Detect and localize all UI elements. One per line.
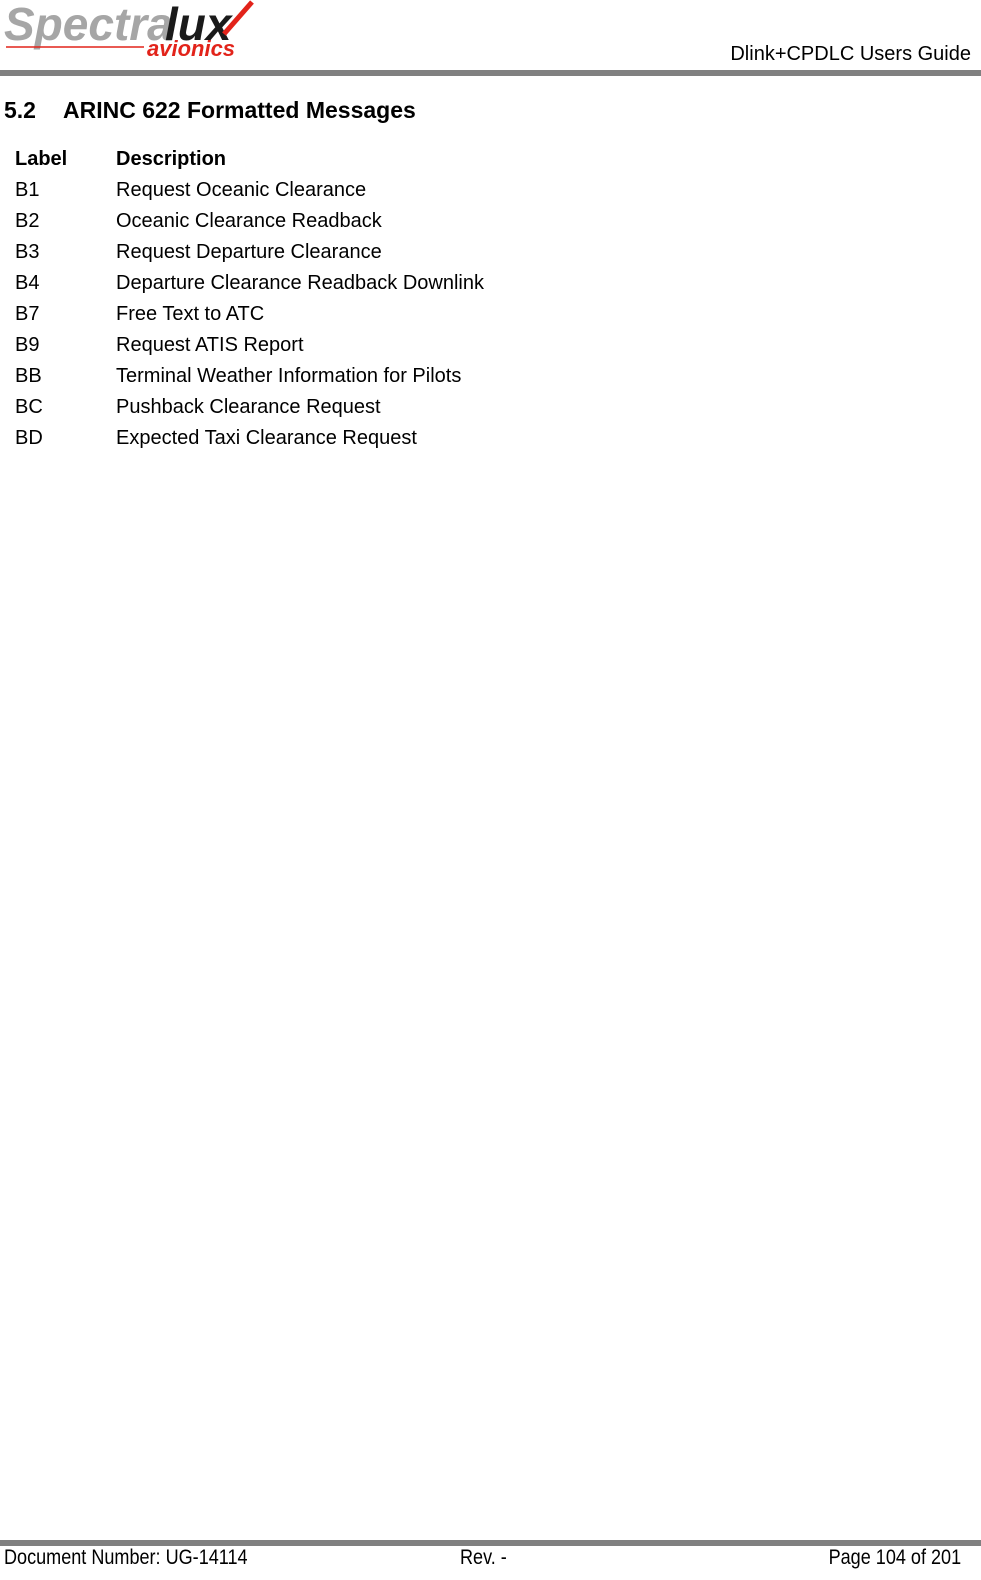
row-label: B2	[15, 210, 40, 232]
row-description: Request Departure Clearance	[116, 241, 382, 263]
table-row: B3 Request Departure Clearance	[15, 237, 484, 268]
page-footer: Document Number: UG-14114 Rev. - Page 10…	[0, 1546, 981, 1576]
row-description: Expected Taxi Clearance Request	[116, 427, 417, 449]
table-row: BB Terminal Weather Information for Pilot…	[15, 361, 484, 392]
row-description: Pushback Clearance Request	[116, 396, 381, 418]
row-label: B9	[15, 334, 40, 356]
table-row: BD Expected Taxi Clearance Request	[15, 423, 484, 454]
row-label: B7	[15, 303, 40, 325]
section-title-text: ARINC 622 Formatted Messages	[63, 97, 416, 123]
logo-tagline: avionics	[147, 36, 235, 61]
column-header-description: Description	[116, 148, 227, 170]
column-header-label: Label	[15, 148, 68, 170]
table-row: B2 Oceanic Clearance Readback	[15, 206, 484, 237]
row-description: Departure Clearance Readback Downlink	[116, 272, 484, 294]
table-row: B7 Free Text to ATC	[15, 299, 484, 330]
table-row: B4 Departure Clearance Readback Downlink	[15, 268, 484, 299]
row-description: Request Oceanic Clearance	[116, 179, 367, 201]
table-row: B9 Request ATIS Report	[15, 330, 484, 361]
row-description: Terminal Weather Information for Pilots	[116, 365, 462, 387]
section-number: 5.2	[4, 97, 36, 123]
row-label: BD	[15, 427, 43, 449]
table-row: BC Pushback Clearance Request	[15, 392, 484, 423]
message-label-table: Label Description B1 Request Oceanic Clea…	[15, 144, 484, 454]
document-title: Dlink+CPDLC Users Guide	[730, 43, 971, 65]
row-label: BB	[15, 365, 42, 387]
header-divider	[0, 70, 981, 76]
row-description: Request ATIS Report	[116, 334, 304, 356]
table-row: B1 Request Oceanic Clearance	[15, 175, 484, 206]
table-header-row: Label Description	[15, 144, 484, 175]
page-number: Page 104 of 201	[828, 1546, 961, 1569]
row-description: Oceanic Clearance Readback	[116, 210, 382, 232]
row-description: Free Text to ATC	[116, 303, 265, 325]
section-heading: 5.2 ARINC 622 Formatted Messages	[4, 97, 416, 124]
revision: Rev. -	[460, 1546, 507, 1569]
row-label: B4	[15, 272, 40, 294]
document-number: Document Number: UG-14114	[4, 1546, 248, 1569]
row-label: BC	[15, 396, 43, 418]
company-logo: Spectra lux avionics	[2, 0, 257, 62]
row-label: B3	[15, 241, 40, 263]
row-label: B1	[15, 179, 40, 201]
